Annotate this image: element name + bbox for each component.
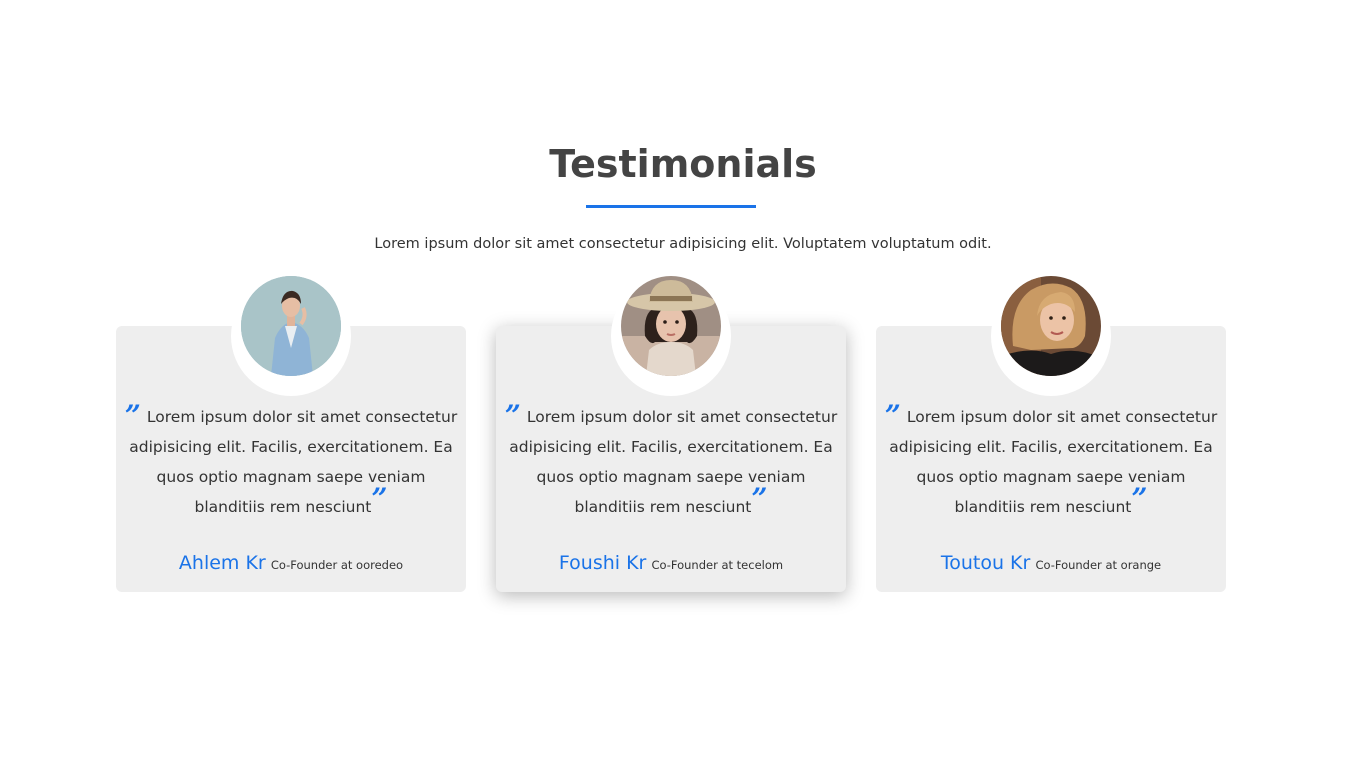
close-quote-icon: ”	[751, 482, 768, 515]
author-name: Ahlem Kr	[178, 552, 266, 574]
close-quote-icon: ”	[371, 482, 388, 515]
open-quote-icon: ”	[124, 399, 141, 432]
avatar	[241, 276, 341, 376]
author-name: Toutou Kr	[940, 552, 1031, 574]
avatar-frame	[231, 276, 351, 396]
avatar-frame	[611, 276, 731, 396]
open-quote-icon: ”	[504, 399, 521, 432]
author-role: Co-Founder at tecelom	[651, 558, 784, 572]
section-subtitle: Lorem ipsum dolor sit amet consectetur a…	[374, 236, 992, 252]
testimonial-quote: ” Lorem ipsum dolor sit amet consectetur …	[124, 402, 458, 522]
author-role: Co-Founder at ooredeo	[270, 558, 404, 572]
open-quote-icon: ”	[884, 399, 901, 432]
author-role: Co-Founder at orange	[1035, 558, 1162, 572]
testimonial-card-featured: ” Lorem ipsum dolor sit amet consectetur …	[496, 276, 846, 592]
testimonial-author: Toutou Kr Co-Founder at orange	[876, 551, 1226, 577]
close-quote-icon: ”	[1131, 482, 1148, 515]
avatar	[1001, 276, 1101, 376]
author-name: Foushi Kr	[558, 552, 647, 574]
testimonial-author: Foushi Kr Co-Founder at tecelom	[496, 551, 846, 577]
testimonial-quote: ” Lorem ipsum dolor sit amet consectetur …	[504, 402, 838, 522]
avatar-frame	[991, 276, 1111, 396]
section-title: Testimonials	[549, 142, 817, 186]
avatar	[621, 276, 721, 376]
quote-text: Lorem ipsum dolor sit amet consectetur a…	[509, 408, 838, 516]
quote-text: Lorem ipsum dolor sit amet consectetur a…	[889, 408, 1218, 516]
testimonial-author: Ahlem Kr Co-Founder at ooredeo	[116, 551, 466, 577]
quote-text: Lorem ipsum dolor sit amet consectetur a…	[129, 408, 458, 516]
testimonial-card: ” Lorem ipsum dolor sit amet consectetur …	[116, 276, 466, 592]
testimonials-section: Testimonials Lorem ipsum dolor sit amet …	[0, 0, 1366, 768]
testimonial-quote: ” Lorem ipsum dolor sit amet consectetur …	[884, 402, 1218, 522]
testimonial-card: ” Lorem ipsum dolor sit amet consectetur …	[876, 276, 1226, 592]
title-underline	[586, 205, 756, 208]
